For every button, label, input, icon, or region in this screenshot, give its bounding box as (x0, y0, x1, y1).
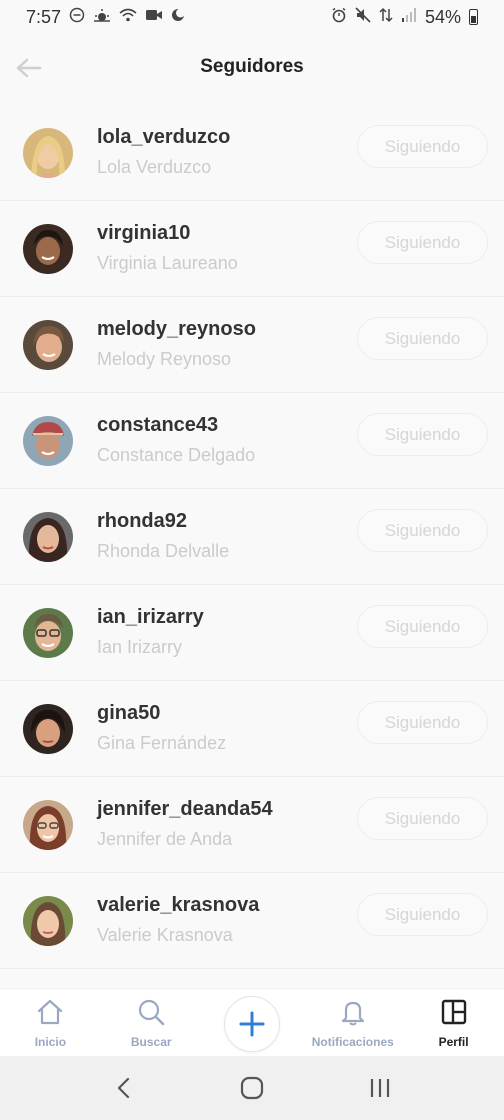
search-icon (136, 997, 166, 1027)
follower-username[interactable]: jennifer_deanda54 (97, 798, 273, 821)
weather-icon (93, 8, 111, 26)
app-header: Seguidores (0, 34, 504, 100)
follower-fullname: Ian Irizarry (97, 637, 183, 657)
nav-label: Notificaciones (311, 1035, 394, 1049)
data-icon (379, 7, 393, 27)
following-button[interactable]: Siguiendo (357, 125, 488, 168)
following-button[interactable]: Siguiendo (357, 605, 488, 648)
list-item[interactable]: jennifer_deanda54 Jennifer de Anda Sigui… (0, 777, 504, 873)
follower-username[interactable]: ian_irizarry (97, 606, 204, 629)
alarm-icon (331, 7, 347, 27)
signal-icon (401, 7, 417, 27)
arrow-left-icon (16, 58, 42, 78)
list-item[interactable]: rhonda92 Rhonda Delvalle Siguiendo (0, 489, 504, 585)
following-button[interactable]: Siguiendo (357, 509, 488, 552)
follower-username[interactable]: valerie_krasnova (97, 894, 259, 917)
nav-buscar[interactable]: Buscar (101, 989, 202, 1056)
moon-icon (171, 8, 186, 26)
follower-list[interactable]: lola_verduzco Lola Verduzco Siguiendo vi… (0, 105, 504, 988)
following-button[interactable]: Siguiendo (357, 893, 488, 936)
nav-inicio[interactable]: Inicio (0, 989, 101, 1056)
avatar[interactable] (23, 608, 73, 658)
recents-icon (370, 1079, 390, 1097)
system-back-button[interactable] (104, 1068, 144, 1108)
follower-username[interactable]: virginia10 (97, 222, 190, 245)
follower-fullname: Rhonda Delvalle (97, 541, 230, 561)
system-nav (0, 1056, 504, 1120)
list-item[interactable]: ian_irizarry Ian Irizarry Siguiendo (0, 585, 504, 681)
list-item[interactable]: melody_reynoso Melody Reynoso Siguiendo (0, 297, 504, 393)
nav-perfil[interactable]: Perfil (403, 989, 504, 1056)
follower-username[interactable]: rhonda92 (97, 510, 187, 533)
nav-notificaciones[interactable]: Notificaciones (302, 989, 403, 1056)
list-item[interactable]: valerie_krasnova Valerie Krasnova Siguie… (0, 873, 504, 969)
list-item[interactable]: constance43 Constance Delgado Siguiendo (0, 393, 504, 489)
follower-fullname: Valerie Krasnova (97, 925, 233, 945)
follower-username[interactable]: constance43 (97, 414, 218, 437)
system-recents-button[interactable] (360, 1068, 400, 1108)
avatar[interactable] (23, 512, 73, 562)
follower-fullname: Melody Reynoso (97, 349, 232, 369)
page-title: Seguidores (200, 56, 304, 77)
follower-fullname: Constance Delgado (97, 445, 256, 465)
follower-fullname: Virginia Laureano (97, 253, 238, 273)
back-button[interactable] (14, 53, 44, 83)
avatar[interactable] (23, 704, 73, 754)
video-icon (145, 8, 163, 26)
status-time: 7:57 (26, 6, 62, 27)
do-not-disturb-icon (69, 7, 85, 27)
avatar[interactable] (23, 320, 73, 370)
follower-username[interactable]: gina50 (97, 702, 160, 725)
follower-username[interactable]: melody_reynoso (97, 318, 256, 341)
home-circle-icon (240, 1076, 264, 1100)
following-button[interactable]: Siguiendo (357, 413, 488, 456)
wifi-calling-icon (119, 8, 137, 26)
status-bar: 7:57 54% (0, 0, 504, 34)
status-right: 54% (331, 7, 478, 28)
system-home-button[interactable] (232, 1068, 272, 1108)
avatar[interactable] (23, 800, 73, 850)
avatar[interactable] (23, 128, 73, 178)
mute-icon (355, 7, 371, 27)
home-icon (35, 997, 65, 1027)
bottom-nav: Inicio Buscar Notificaciones Perfil (0, 988, 504, 1056)
following-button[interactable]: Siguiendo (357, 221, 488, 264)
avatar[interactable] (23, 416, 73, 466)
nav-label: Buscar (130, 1035, 172, 1049)
avatar[interactable] (23, 224, 73, 274)
follower-username[interactable]: lola_verduzco (97, 126, 230, 149)
follower-fullname: Jennifer de Anda (97, 829, 233, 849)
following-button[interactable]: Siguiendo (357, 701, 488, 744)
nav-label: Inicio (34, 1035, 67, 1049)
following-button[interactable]: Siguiendo (357, 797, 488, 840)
follower-fullname: Lola Verduzco (97, 157, 212, 177)
follower-fullname: Gina Fernández (97, 733, 227, 753)
add-button[interactable] (223, 995, 280, 1052)
battery-percent: 54% (424, 6, 461, 27)
list-item[interactable]: virginia10 Virginia Laureano Siguiendo (0, 201, 504, 297)
nav-add (202, 989, 303, 1056)
status-left: 7:57 (26, 6, 186, 28)
nav-label: Perfil (438, 1035, 469, 1049)
avatar[interactable] (23, 896, 73, 946)
chevron-left-icon (117, 1077, 130, 1099)
following-button[interactable]: Siguiendo (357, 317, 488, 360)
profile-grid-icon (439, 997, 469, 1027)
bell-icon (338, 997, 368, 1027)
battery-icon (469, 9, 478, 25)
plus-icon (239, 1011, 265, 1036)
list-item[interactable]: lola_verduzco Lola Verduzco Siguiendo (0, 105, 504, 201)
list-item[interactable]: gina50 Gina Fernández Siguiendo (0, 681, 504, 777)
